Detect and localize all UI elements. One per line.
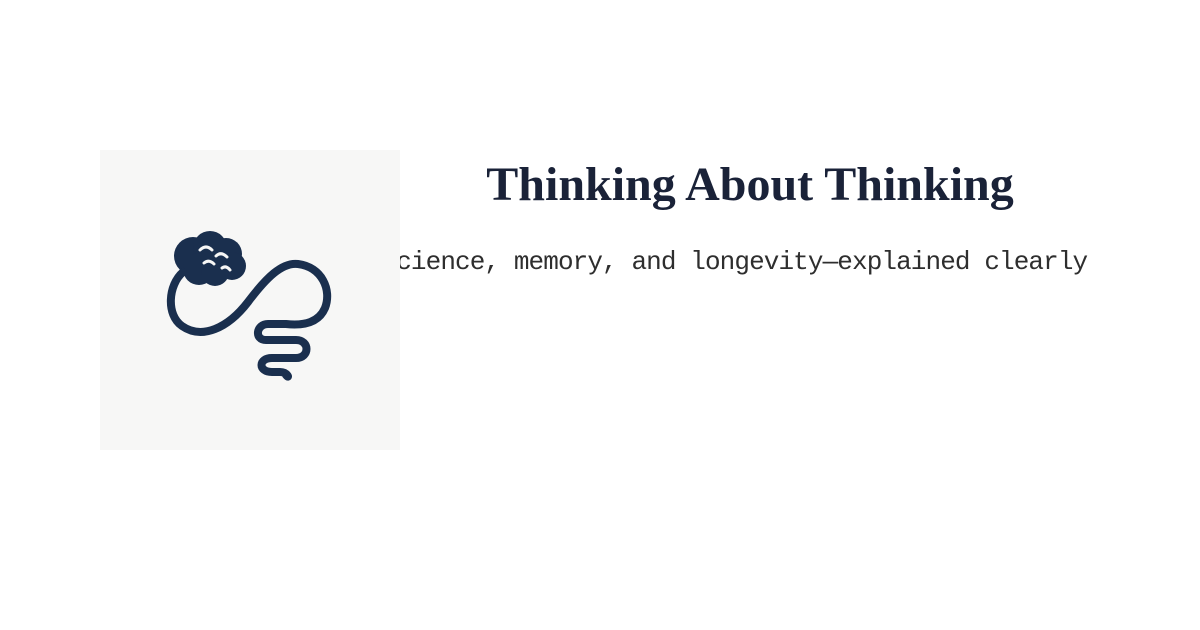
brain-path-icon [166,231,332,381]
subtitle-container: Neuroscience, memory, and longevity—expl… [400,240,1100,284]
subtitle: Neuroscience, memory, and longevity—expl… [400,247,1088,277]
logo-panel [100,150,400,450]
social-card: Thinking About Thinking Neuroscience, me… [0,0,1200,630]
page-title: Thinking About Thinking [486,158,1014,211]
